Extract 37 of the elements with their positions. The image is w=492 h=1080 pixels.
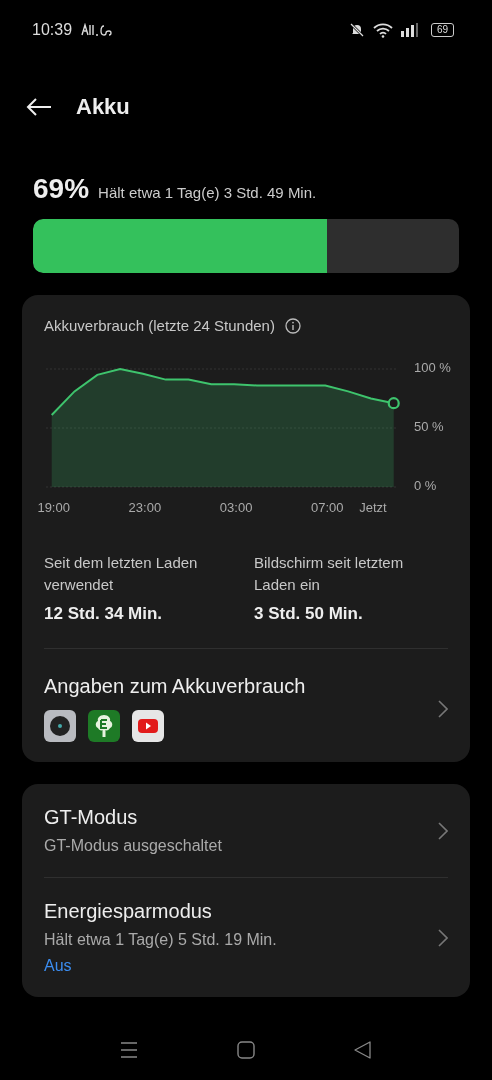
muted-bell-icon	[348, 22, 365, 38]
tree-app-icon	[88, 710, 120, 742]
info-icon[interactable]	[284, 317, 301, 334]
settings-item[interactable]: GT-Modus GT-Modus ausgeschaltet	[44, 784, 448, 877]
chart-title: Akkuverbrauch (letzte 24 Stunden)	[44, 317, 275, 334]
stat-value: 12 Std. 34 Min.	[44, 604, 164, 624]
signal-icon	[400, 23, 419, 37]
back-icon[interactable]	[354, 1041, 372, 1059]
home-icon[interactable]	[237, 1041, 255, 1059]
x-axis-label: Jetzt	[359, 500, 387, 515]
x-axis-label: 23:00	[128, 500, 162, 515]
camera-app-icon	[44, 710, 76, 742]
stat-value: 3 Std. 50 Min.	[254, 604, 364, 624]
settings-item[interactable]: Energiesparmodus Hält etwa 1 Tag(e) 5 Std. 19 Min. Aus	[44, 878, 448, 997]
chevron-right-icon	[438, 821, 448, 840]
wifi-icon	[372, 22, 393, 38]
notification-icons	[80, 23, 115, 37]
battery-percentage: 69%	[33, 173, 90, 205]
x-axis-label: 19:00	[37, 500, 70, 515]
usage-details-item[interactable]: Angaben zum Akkuverbrauch	[44, 649, 448, 762]
stat-label: Seit dem letzten Laden verwendet	[44, 553, 199, 595]
status-time: 10:39	[32, 21, 73, 39]
back-button[interactable]	[26, 98, 52, 116]
chevron-right-icon	[438, 699, 448, 718]
back-arrow-icon	[26, 98, 52, 116]
stat-label: Bildschirm seit letztem Laden ein	[254, 553, 405, 595]
x-axis-label: 03:00	[219, 500, 253, 515]
page-title: Akku	[76, 94, 130, 120]
video-app-icon	[132, 710, 164, 742]
x-axis-label: 07:00	[311, 500, 344, 515]
menu-icon[interactable]	[120, 1041, 138, 1059]
chevron-right-icon	[438, 928, 448, 947]
battery-indicator: 69	[430, 23, 454, 37]
y-axis-label: 50 %	[414, 419, 444, 434]
y-axis-label: 100 %	[414, 360, 451, 375]
battery-estimate: Hält etwa 1 Tag(e) 3 Std. 49 Min.	[98, 184, 317, 201]
y-axis-label: 0 %	[414, 478, 437, 493]
